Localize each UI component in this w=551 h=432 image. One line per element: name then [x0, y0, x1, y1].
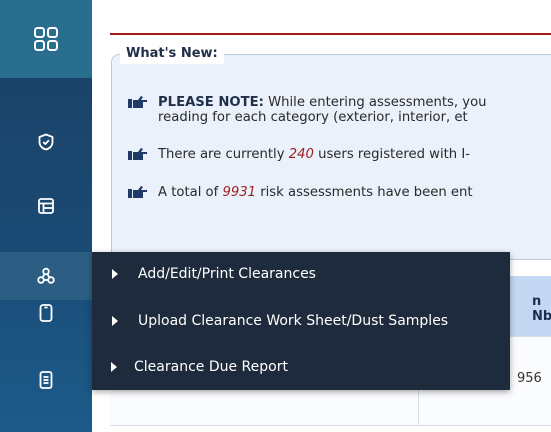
sidebar-menu-toggle[interactable]	[0, 0, 92, 78]
note-text: There are currently	[158, 147, 289, 162]
menu-item-label: Upload Clearance Work Sheet/Dust Samples	[138, 313, 449, 329]
pointing-hand-icon	[128, 185, 148, 199]
note-text: A total of	[158, 185, 223, 200]
assessments-count: 9931	[222, 185, 257, 200]
table-icon	[37, 197, 55, 215]
sidebar-item-reports[interactable]	[0, 182, 92, 230]
note-text: risk assessments have been ent	[256, 185, 473, 200]
column-header: n Nb	[532, 294, 551, 324]
sidebar-item-mobile[interactable]	[0, 289, 92, 337]
sidebar-item-documents[interactable]	[0, 356, 92, 404]
caret-right-icon	[111, 362, 117, 372]
shield-check-icon	[37, 133, 55, 151]
pointing-hand-icon	[128, 95, 148, 109]
menu-item-upload-clearance-worksheet[interactable]: Upload Clearance Work Sheet/Dust Samples	[92, 299, 510, 345]
menu-item-label: Add/Edit/Print Clearances	[138, 266, 316, 282]
menu-item-label: Clearance Due Report	[134, 359, 288, 375]
network-icon	[37, 267, 55, 285]
pointing-hand-icon	[128, 147, 148, 161]
header-divider	[110, 33, 551, 35]
whats-new-legend: What's New:	[120, 44, 224, 64]
clearances-flyout-menu: Add/Edit/Print Clearances Upload Clearan…	[92, 252, 510, 390]
document-icon	[37, 370, 55, 390]
note-text: users registered with I-	[313, 147, 470, 162]
grid-icon	[33, 26, 59, 52]
caret-right-icon	[112, 316, 118, 326]
note-text: While entering assessments, you	[263, 95, 487, 110]
sidebar	[0, 0, 92, 432]
caret-right-icon	[112, 269, 118, 279]
menu-item-clearance-due-report[interactable]: Clearance Due Report	[92, 345, 510, 391]
tablet-icon	[37, 303, 55, 323]
note-emphasis: PLEASE NOTE:	[158, 95, 264, 110]
menu-item-add-edit-print-clearances[interactable]: Add/Edit/Print Clearances	[92, 252, 510, 298]
sidebar-item-assessments[interactable]	[0, 118, 92, 166]
users-count: 240	[288, 147, 314, 162]
note-text-line2: reading for each category (exterior, int…	[158, 110, 468, 125]
table-cell-value: 956	[517, 371, 542, 386]
